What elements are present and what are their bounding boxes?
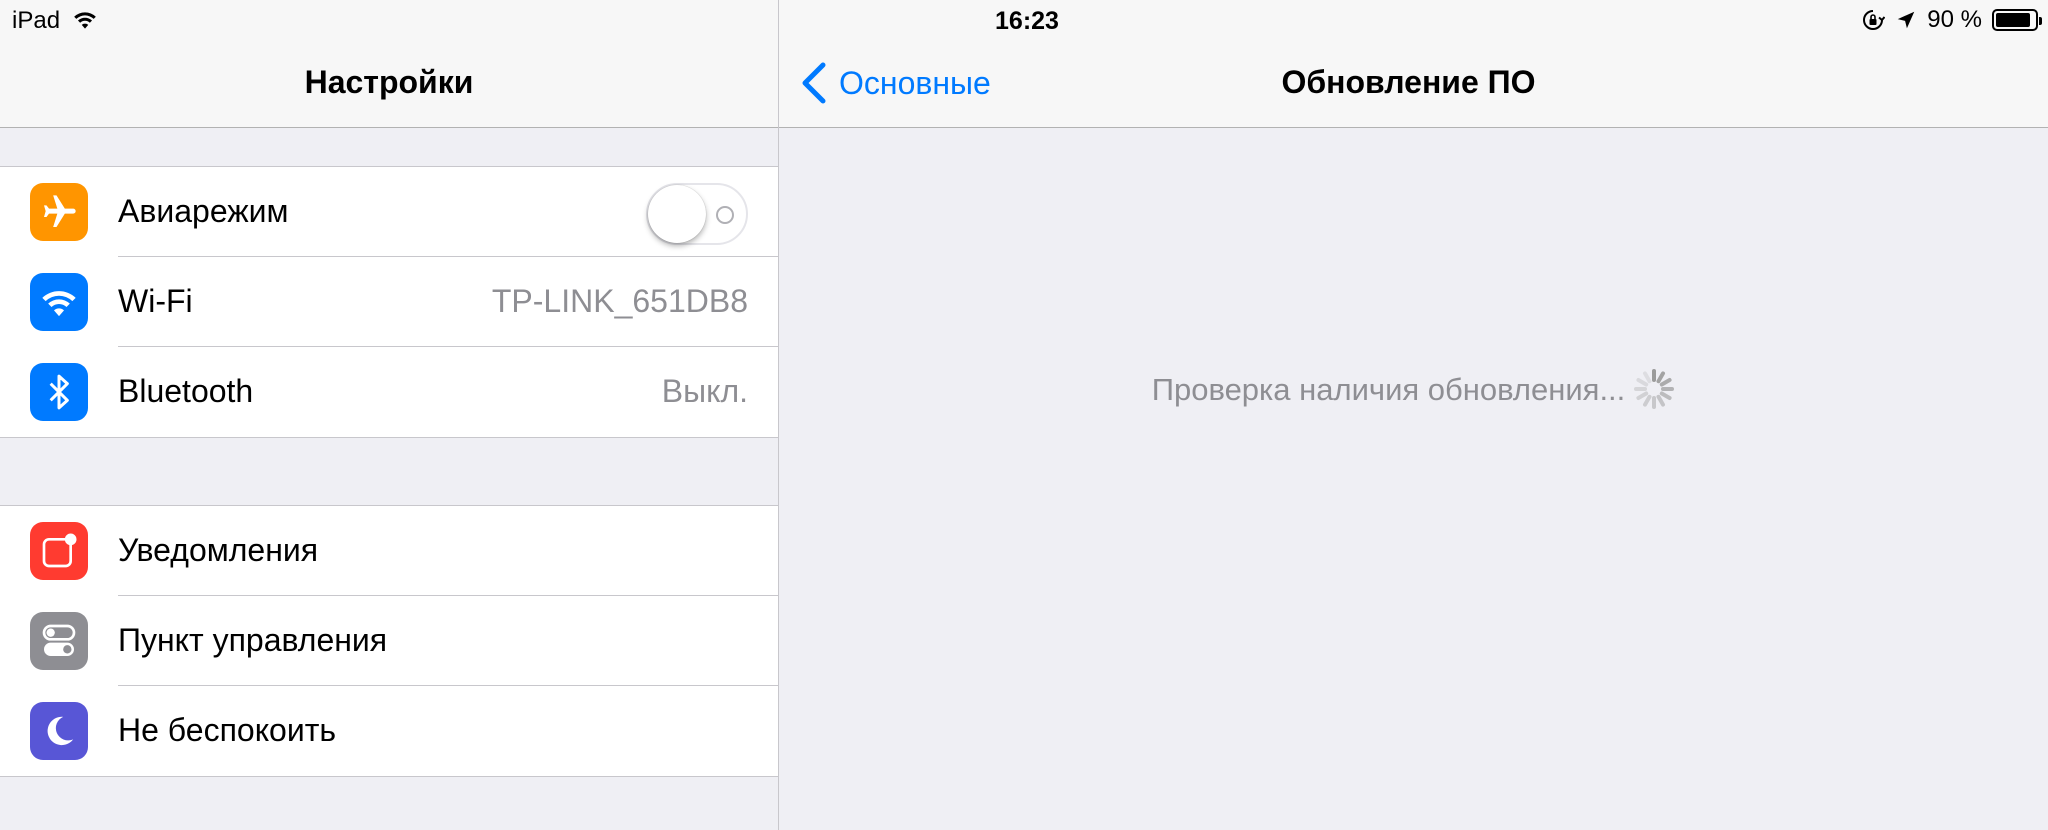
bluetooth-icon xyxy=(30,363,88,421)
spinner-icon xyxy=(1634,368,1675,409)
wifi-icon xyxy=(30,273,88,331)
row-label: Пункт управления xyxy=(118,622,388,658)
row-control-center[interactable]: Пункт управления xyxy=(0,596,778,686)
row-notifications[interactable]: Уведомления xyxy=(0,506,778,596)
battery-icon xyxy=(1992,9,2042,31)
notifications-icon xyxy=(30,522,88,580)
row-label: Wi-Fi xyxy=(118,283,193,319)
status-right: 90 % xyxy=(1861,6,2042,34)
settings-title: Настройки xyxy=(304,64,474,100)
location-arrow-icon xyxy=(1898,11,1915,29)
toggle-off-indicator xyxy=(716,206,734,224)
detail-title: Обновление ПО xyxy=(1281,64,1536,100)
row-label: Не беспокоить xyxy=(118,712,337,748)
orientation-lock-icon xyxy=(1863,10,1886,30)
status-time: 16:23 xyxy=(995,7,1059,35)
wifi-network-name: TP-LINK_651DB8 xyxy=(491,283,748,319)
settings-group-system: Уведомления Пункт управления Не беспокои… xyxy=(0,505,778,777)
moon-icon xyxy=(30,702,88,760)
status-bar: iPad 16:23 90 % xyxy=(0,0,2048,40)
row-airplane-mode[interactable]: Авиарежим xyxy=(0,167,778,257)
settings-pane: Настройки Авиарежим Wi-Fi TP-LINK_651DB8 xyxy=(0,0,778,830)
bluetooth-status: Выкл. xyxy=(661,373,748,409)
checking-status: Проверка наличия обновления... xyxy=(779,368,2048,410)
control-center-icon xyxy=(30,612,88,670)
battery-percentage: 90 % xyxy=(1927,6,1982,33)
airplane-mode-toggle[interactable] xyxy=(646,183,748,245)
row-bluetooth[interactable]: Bluetooth Выкл. xyxy=(0,347,778,437)
row-label: Уведомления xyxy=(118,532,319,568)
row-wifi[interactable]: Wi-Fi TP-LINK_651DB8 xyxy=(0,257,778,347)
toggle-knob xyxy=(648,185,706,243)
settings-group-connectivity: Авиарежим Wi-Fi TP-LINK_651DB8 Bluetooth… xyxy=(0,166,778,438)
row-do-not-disturb[interactable]: Не беспокоить xyxy=(0,686,778,776)
row-label: Bluetooth xyxy=(118,373,254,409)
checking-text: Проверка наличия обновления... xyxy=(1151,372,1626,407)
software-update-pane: Основные Обновление ПО Проверка наличия … xyxy=(779,0,2048,830)
airplane-icon xyxy=(30,183,88,241)
row-label: Авиарежим xyxy=(118,193,289,229)
